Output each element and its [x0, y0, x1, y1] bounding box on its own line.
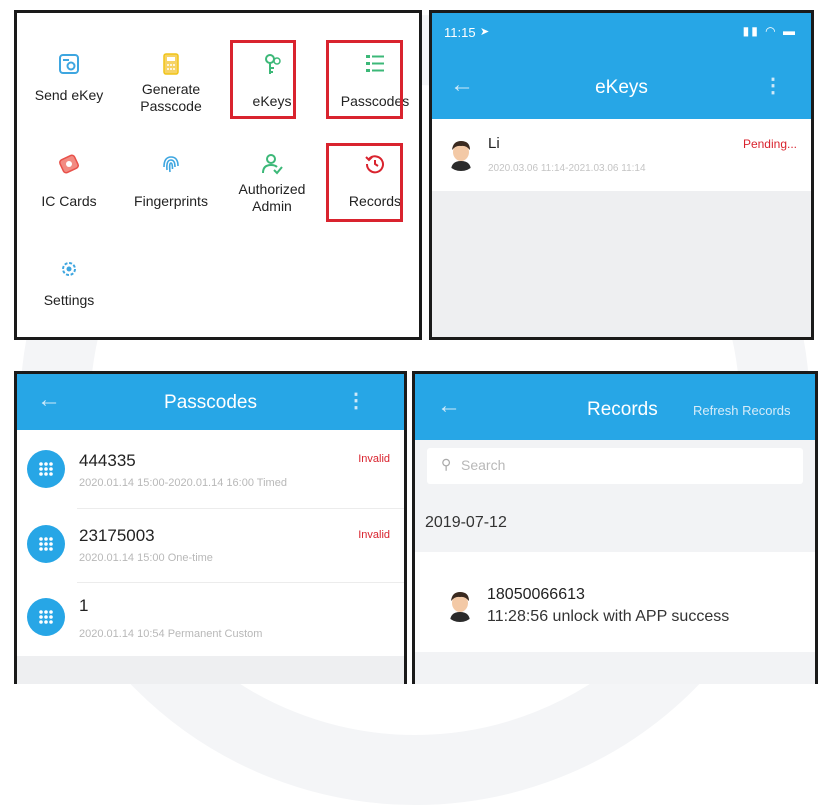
user-avatar-icon	[444, 137, 478, 171]
passcode-status: Invalid	[358, 529, 390, 541]
passcode-value: 444335	[79, 451, 136, 470]
menu-label: Settings	[43, 292, 95, 308]
keypad-icon	[27, 525, 65, 563]
more-options-icon[interactable]: ⋮	[346, 388, 366, 413]
empty-area	[17, 656, 404, 684]
records-header: ← Records Refresh Records	[415, 374, 815, 440]
empty-area	[415, 652, 815, 684]
record-action: 11:28:56 unlock with APP success	[487, 608, 730, 625]
settings-icon	[62, 262, 76, 276]
lock-menu-panel: Send eKey Generate Passcode eKeys Passco…	[14, 10, 422, 340]
menu-label: Authorized	[238, 181, 306, 197]
passcode-status: Invalid	[358, 453, 390, 465]
menu-item-ic-cards[interactable]: IC Cards	[19, 153, 119, 210]
menu-label: Generate	[141, 81, 201, 97]
location-arrow-icon: ➤	[480, 26, 490, 38]
menu-label: Fingerprints	[134, 193, 208, 209]
passcode-detail: 2020.01.14 15:00-2020.01.14 16:00 Timed	[79, 477, 287, 489]
ekeys-highlight-box	[230, 40, 296, 119]
refresh-records-button[interactable]: Refresh Records	[693, 403, 791, 418]
passcodes-screen: ← Passcodes ⋮ 444335 2020.01.14 15:00-20…	[14, 371, 407, 684]
passcode-list-item[interactable]: 23175003 2020.01.14 15:00 One-time Inval…	[17, 508, 404, 582]
page-title: eKeys	[595, 77, 648, 98]
menu-item-generate-passcode[interactable]: Generate Passcode	[121, 53, 221, 115]
passcodes-highlight-box	[326, 40, 403, 119]
passcode-list-item[interactable]: 1 2020.01.14 10:54 Permanent Custom	[17, 582, 404, 656]
send-ekey-icon	[59, 54, 79, 74]
date-section-header: 2019-07-12	[415, 494, 815, 552]
ekeys-screen: 11:15 ➤ ▮▮ ◠ ▬ ← eKeys ⋮ Li 2020.03.06 1…	[429, 10, 814, 340]
status-time: 11:15	[444, 25, 476, 40]
passcode-detail: 2020.01.14 10:54 Permanent Custom	[79, 628, 263, 640]
ic-cards-icon	[59, 154, 79, 174]
record-user: 18050066613	[487, 586, 585, 603]
record-list-item[interactable]: 18050066613 11:28:56 unlock with APP suc…	[415, 552, 815, 652]
menu-label: Send eKey	[34, 87, 104, 103]
record-date: 2019-07-12	[425, 514, 507, 531]
records-screen: ← Records Refresh Records ⚲ Search 2019-…	[412, 371, 818, 684]
page-title: Records	[587, 399, 658, 420]
menu-item-fingerprints[interactable]: Fingerprints	[121, 153, 221, 210]
fingerprints-icon	[163, 156, 179, 173]
records-highlight-box	[326, 143, 403, 222]
menu-label: IC Cards	[41, 193, 97, 209]
menu-label: Passcode	[140, 98, 202, 114]
ekey-status: Pending...	[742, 137, 797, 151]
user-avatar-icon	[443, 588, 477, 622]
passcode-detail: 2020.01.14 15:00 One-time	[79, 552, 213, 564]
back-arrow-icon[interactable]: ←	[437, 392, 461, 420]
generate-passcode-icon	[163, 53, 179, 75]
menu-item-settings[interactable]: Settings	[19, 258, 119, 309]
passcode-value: 23175003	[79, 526, 155, 545]
search-input[interactable]: ⚲ Search	[427, 448, 803, 484]
menu-item-authorized-admin[interactable]: Authorized Admin	[222, 153, 322, 215]
empty-area	[432, 191, 811, 337]
menu-item-send-ekey[interactable]: Send eKey	[19, 53, 119, 104]
ekeys-header: 11:15 ➤ ▮▮ ◠ ▬ ← eKeys ⋮	[432, 13, 811, 119]
search-icon: ⚲	[441, 456, 452, 472]
keypad-icon	[27, 598, 65, 636]
keypad-icon	[27, 450, 65, 488]
more-options-icon[interactable]: ⋮	[763, 73, 783, 98]
authorized-admin-icon	[262, 154, 283, 175]
status-icons: ▮▮ ◠ ▬	[742, 24, 797, 38]
search-placeholder: Search	[461, 457, 506, 473]
ekey-list-item[interactable]: Li 2020.03.06 11:14-2021.03.06 11:14 Pen…	[432, 119, 811, 191]
menu-label: Admin	[252, 198, 292, 214]
passcode-value: 1	[79, 596, 89, 615]
ekey-validity-period: 2020.03.06 11:14-2021.03.06 11:14	[488, 163, 646, 174]
passcodes-header: ← Passcodes ⋮	[17, 374, 404, 430]
search-bar-area: ⚲ Search	[415, 440, 815, 494]
passcode-list-item[interactable]: 444335 2020.01.14 15:00-2020.01.14 16:00…	[17, 430, 404, 508]
ekey-user-name: Li	[488, 135, 500, 152]
